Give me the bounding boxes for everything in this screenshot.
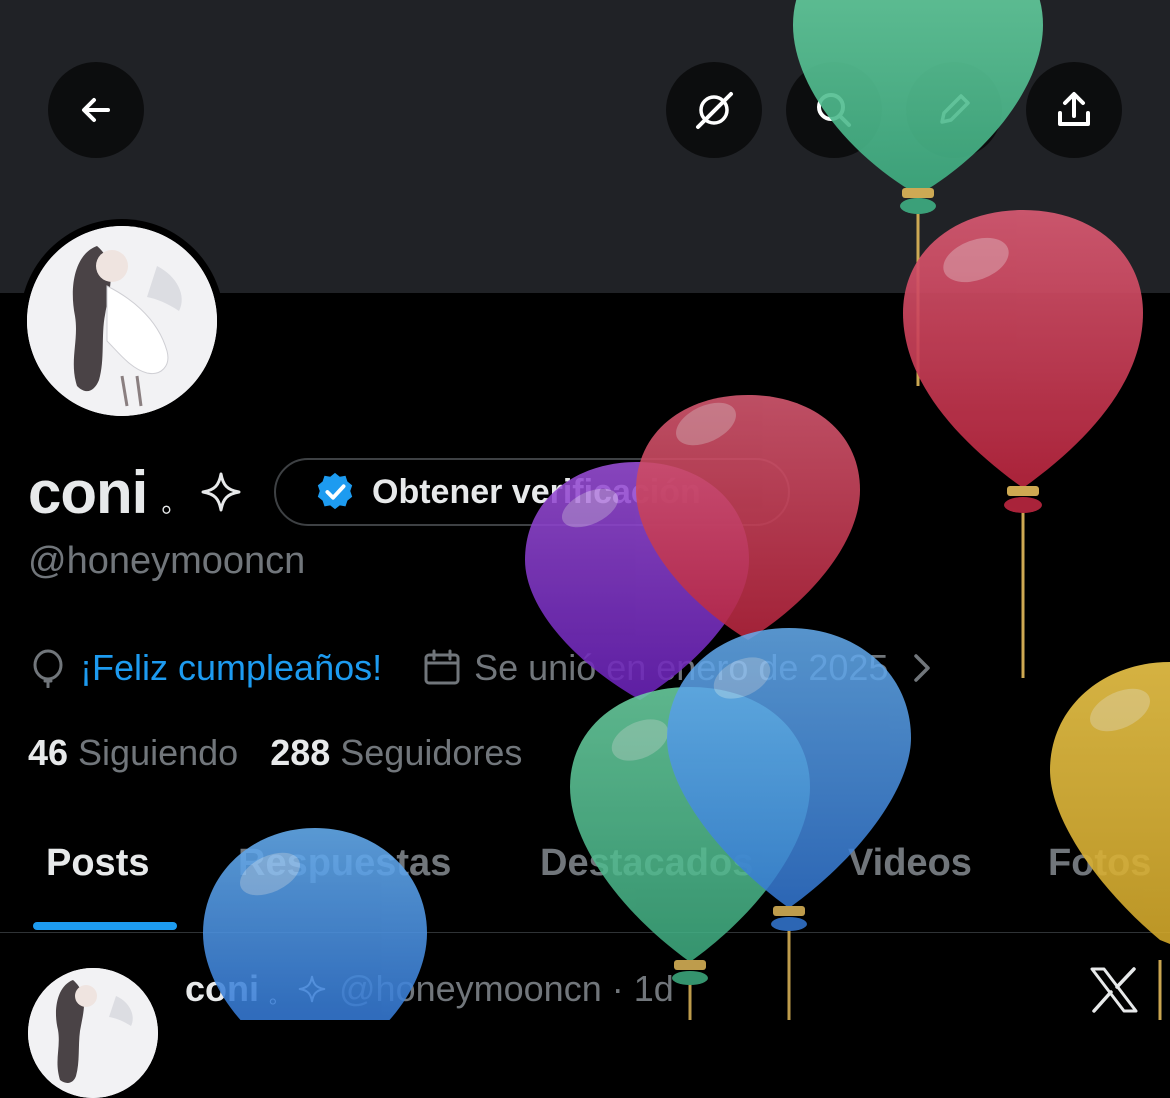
followers-label[interactable]: Seguidores: [340, 732, 522, 774]
search-icon: [817, 93, 851, 127]
birthday-link[interactable]: ¡Feliz cumpleaños!: [80, 647, 382, 689]
back-button[interactable]: [48, 62, 144, 158]
chevron-right-icon[interactable]: [902, 648, 942, 688]
joined-date: Se unió en enero de 2025: [474, 647, 889, 688]
get-verified-label: Obtener verificación: [372, 472, 701, 511]
display-name: coni: [28, 458, 148, 526]
verified-badge-icon: [317, 472, 353, 510]
sparkle-icon: [201, 472, 241, 512]
share-button[interactable]: [1026, 62, 1122, 158]
get-verified-button[interactable]: Obtener verificación: [274, 458, 790, 526]
edit-button[interactable]: [906, 62, 1002, 158]
following-count[interactable]: 46: [28, 732, 68, 774]
grok-button[interactable]: [666, 62, 762, 158]
divider: [0, 932, 1170, 933]
tab-posts[interactable]: Posts: [46, 842, 149, 885]
share-icon: [1058, 92, 1090, 126]
post-separator: ·: [611, 968, 624, 1009]
tab-fotos[interactable]: Fotos: [1048, 842, 1151, 885]
balloon-icon: [33, 649, 63, 688]
follow-stats: 46 Siguiendo 288 Seguidores: [28, 726, 522, 780]
back-arrow-icon: [82, 98, 110, 122]
x-logo-icon: [1090, 967, 1138, 1013]
name-suffix: 。: [161, 487, 188, 518]
post-author-name[interactable]: coni: [185, 968, 259, 1010]
post-header: coni 。 @honeymooncn · 1d: [185, 962, 674, 1016]
display-name-row: coni 。: [28, 456, 243, 528]
grok-icon: [696, 92, 733, 129]
tab-respuestas[interactable]: Respuestas: [238, 842, 451, 885]
post-name-suffix: 。: [269, 985, 290, 1008]
active-tab-indicator: [33, 922, 177, 930]
tab-destacados[interactable]: Destacados: [540, 842, 753, 885]
tab-videos[interactable]: Videos: [848, 842, 972, 885]
following-label[interactable]: Siguiendo: [78, 732, 238, 774]
followers-count[interactable]: 288: [270, 732, 330, 774]
profile-tabs: Posts Respuestas Destacados Videos Fotos: [0, 830, 1170, 902]
profile-avatar[interactable]: [20, 219, 224, 423]
search-button[interactable]: [786, 62, 882, 158]
profile-handle: @honeymooncn: [28, 540, 306, 582]
post-author-handle[interactable]: @honeymooncn: [339, 968, 602, 1010]
avatar-image: [27, 226, 217, 416]
profile-meta: ¡Feliz cumpleaños! Se unió en enero de 2…: [28, 640, 942, 696]
sparkle-icon: [298, 975, 326, 1003]
pencil-icon: [940, 94, 970, 124]
post-avatar[interactable]: [28, 968, 158, 1098]
calendar-icon: [424, 649, 460, 685]
post-timestamp[interactable]: 1d: [634, 968, 674, 1010]
